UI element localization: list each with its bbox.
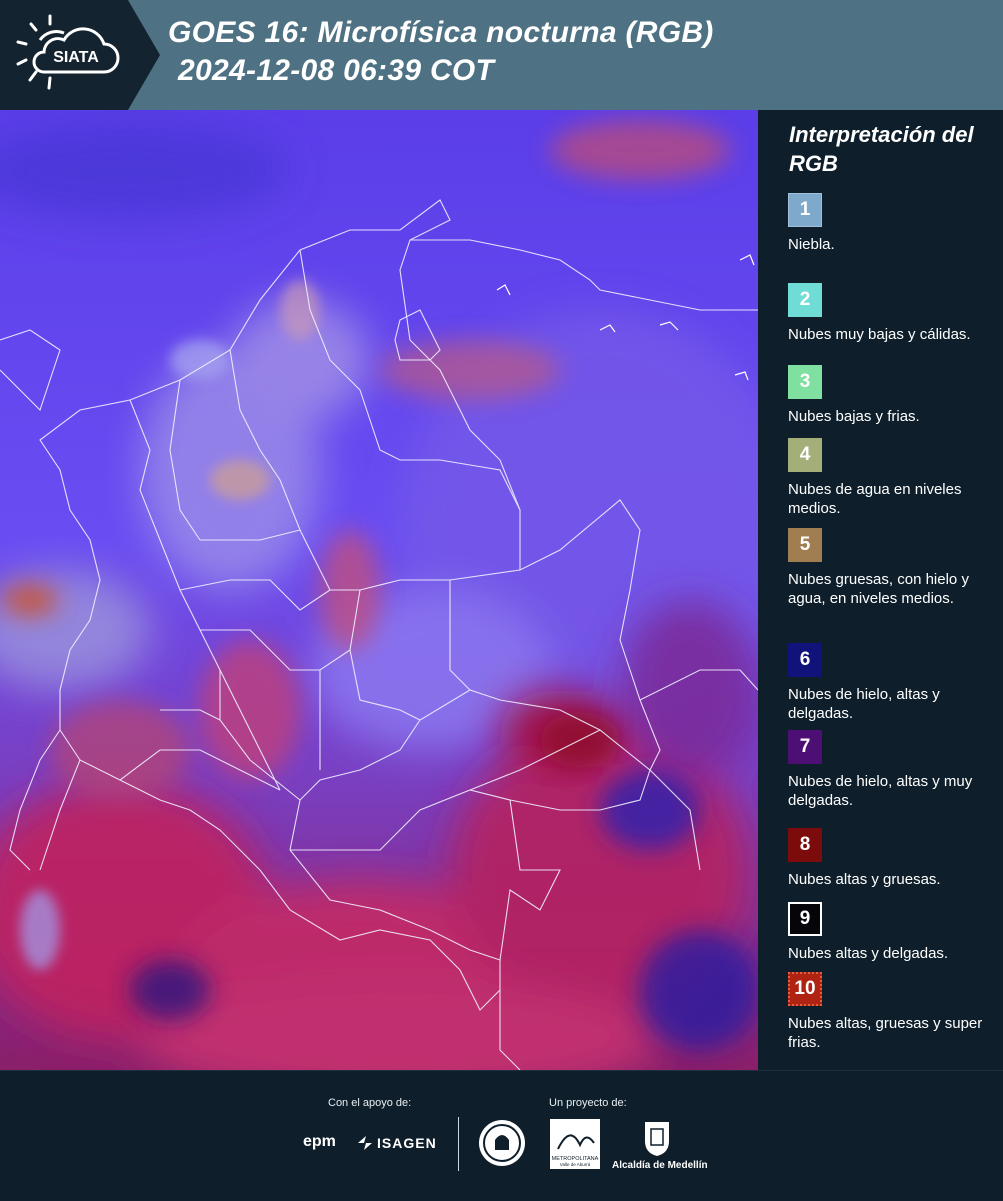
legend-label: Nubes altas y gruesas. — [788, 871, 941, 888]
legend-label: Niebla. — [788, 236, 835, 253]
legend-label: Nubes altas, gruesas y super frias. — [788, 1015, 983, 1051]
legend-item: 6 Nubes de hielo, altas y delgadas. — [788, 643, 988, 723]
legend-item: 8 Nubes altas y gruesas. — [788, 828, 988, 889]
header: SIATA GOES 16: Microfísica nocturna (RGB… — [0, 0, 1003, 110]
alcaldia-label: Alcaldía de Medellín — [612, 1160, 708, 1171]
legend-swatch: 2 — [788, 283, 822, 317]
legend-item: 4 Nubes de agua en niveles medios. — [788, 438, 988, 518]
siata-logo: SIATA — [0, 0, 160, 110]
legend-title: Interpretación del RGB — [789, 122, 974, 176]
legend-item: 5 Nubes gruesas, con hielo y agua, en niv… — [788, 528, 988, 608]
isagen-icon — [358, 1136, 372, 1150]
support-label: Con el apoyo de: — [328, 1097, 412, 1109]
legend-label: Nubes altas y delgadas. — [788, 945, 949, 962]
legend-label: Nubes bajas y frias. — [788, 408, 920, 425]
legend-swatch: 4 — [788, 438, 822, 472]
legend-swatch: 3 — [788, 365, 822, 399]
legend-label: Nubes gruesas, con hielo y agua, en nive… — [788, 571, 969, 607]
isagen-logo: ISAGEN — [377, 1135, 437, 1151]
satellite-map[interactable] — [0, 110, 758, 1070]
legend-label: Nubes de agua en niveles medios. — [788, 481, 962, 517]
legend-item: 1 Niebla. — [788, 193, 988, 254]
legend-label: Nubes muy bajas y cálidas. — [788, 326, 971, 343]
legend-item: 10 Nubes altas, gruesas y super frias. — [788, 972, 988, 1052]
legend-swatch: 1 — [788, 193, 822, 227]
footer: Con el apoyo de: Un proyecto de: epm ISA… — [0, 1070, 1003, 1201]
area-metropolitana-logo-icon: METROPOLITANA Valle de Aburrá — [550, 1119, 600, 1169]
legend-label: Nubes de hielo, altas y delgadas. — [788, 686, 940, 722]
legend-swatch: 7 — [788, 730, 822, 764]
legend-panel: Interpretación del RGB 1 Niebla. 2 Nubes mu… — [758, 110, 1003, 1070]
legend-swatch: 10 — [788, 972, 822, 1006]
legend-label: Nubes de hielo, altas y muy delgadas. — [788, 773, 973, 809]
page-timestamp: 2024-12-08 06:39 COT — [178, 54, 495, 87]
project-label: Un proyecto de: — [549, 1097, 627, 1109]
legend-item: 7 Nubes de hielo, altas y muy delgadas. — [788, 730, 988, 810]
metro-sub: Valle de Aburrá — [560, 1162, 591, 1167]
legend-item: 9 Nubes altas y delgadas. — [788, 902, 988, 963]
medellin-seal-icon — [479, 1120, 525, 1166]
legend-swatch: 6 — [788, 643, 822, 677]
legend-swatch: 9 — [788, 902, 822, 936]
alcaldia-crest-icon — [645, 1122, 669, 1156]
legend-item: 2 Nubes muy bajas y cálidas. — [788, 283, 988, 344]
footer-divider — [458, 1117, 459, 1171]
legend-swatch: 8 — [788, 828, 822, 862]
legend-item: 3 Nubes bajas y frias. — [788, 365, 988, 426]
page-title: GOES 16: Microfísica nocturna (RGB) — [168, 16, 714, 49]
epm-logo: epm — [303, 1133, 336, 1150]
legend-swatch: 5 — [788, 528, 822, 562]
logo-text: SIATA — [53, 49, 99, 66]
